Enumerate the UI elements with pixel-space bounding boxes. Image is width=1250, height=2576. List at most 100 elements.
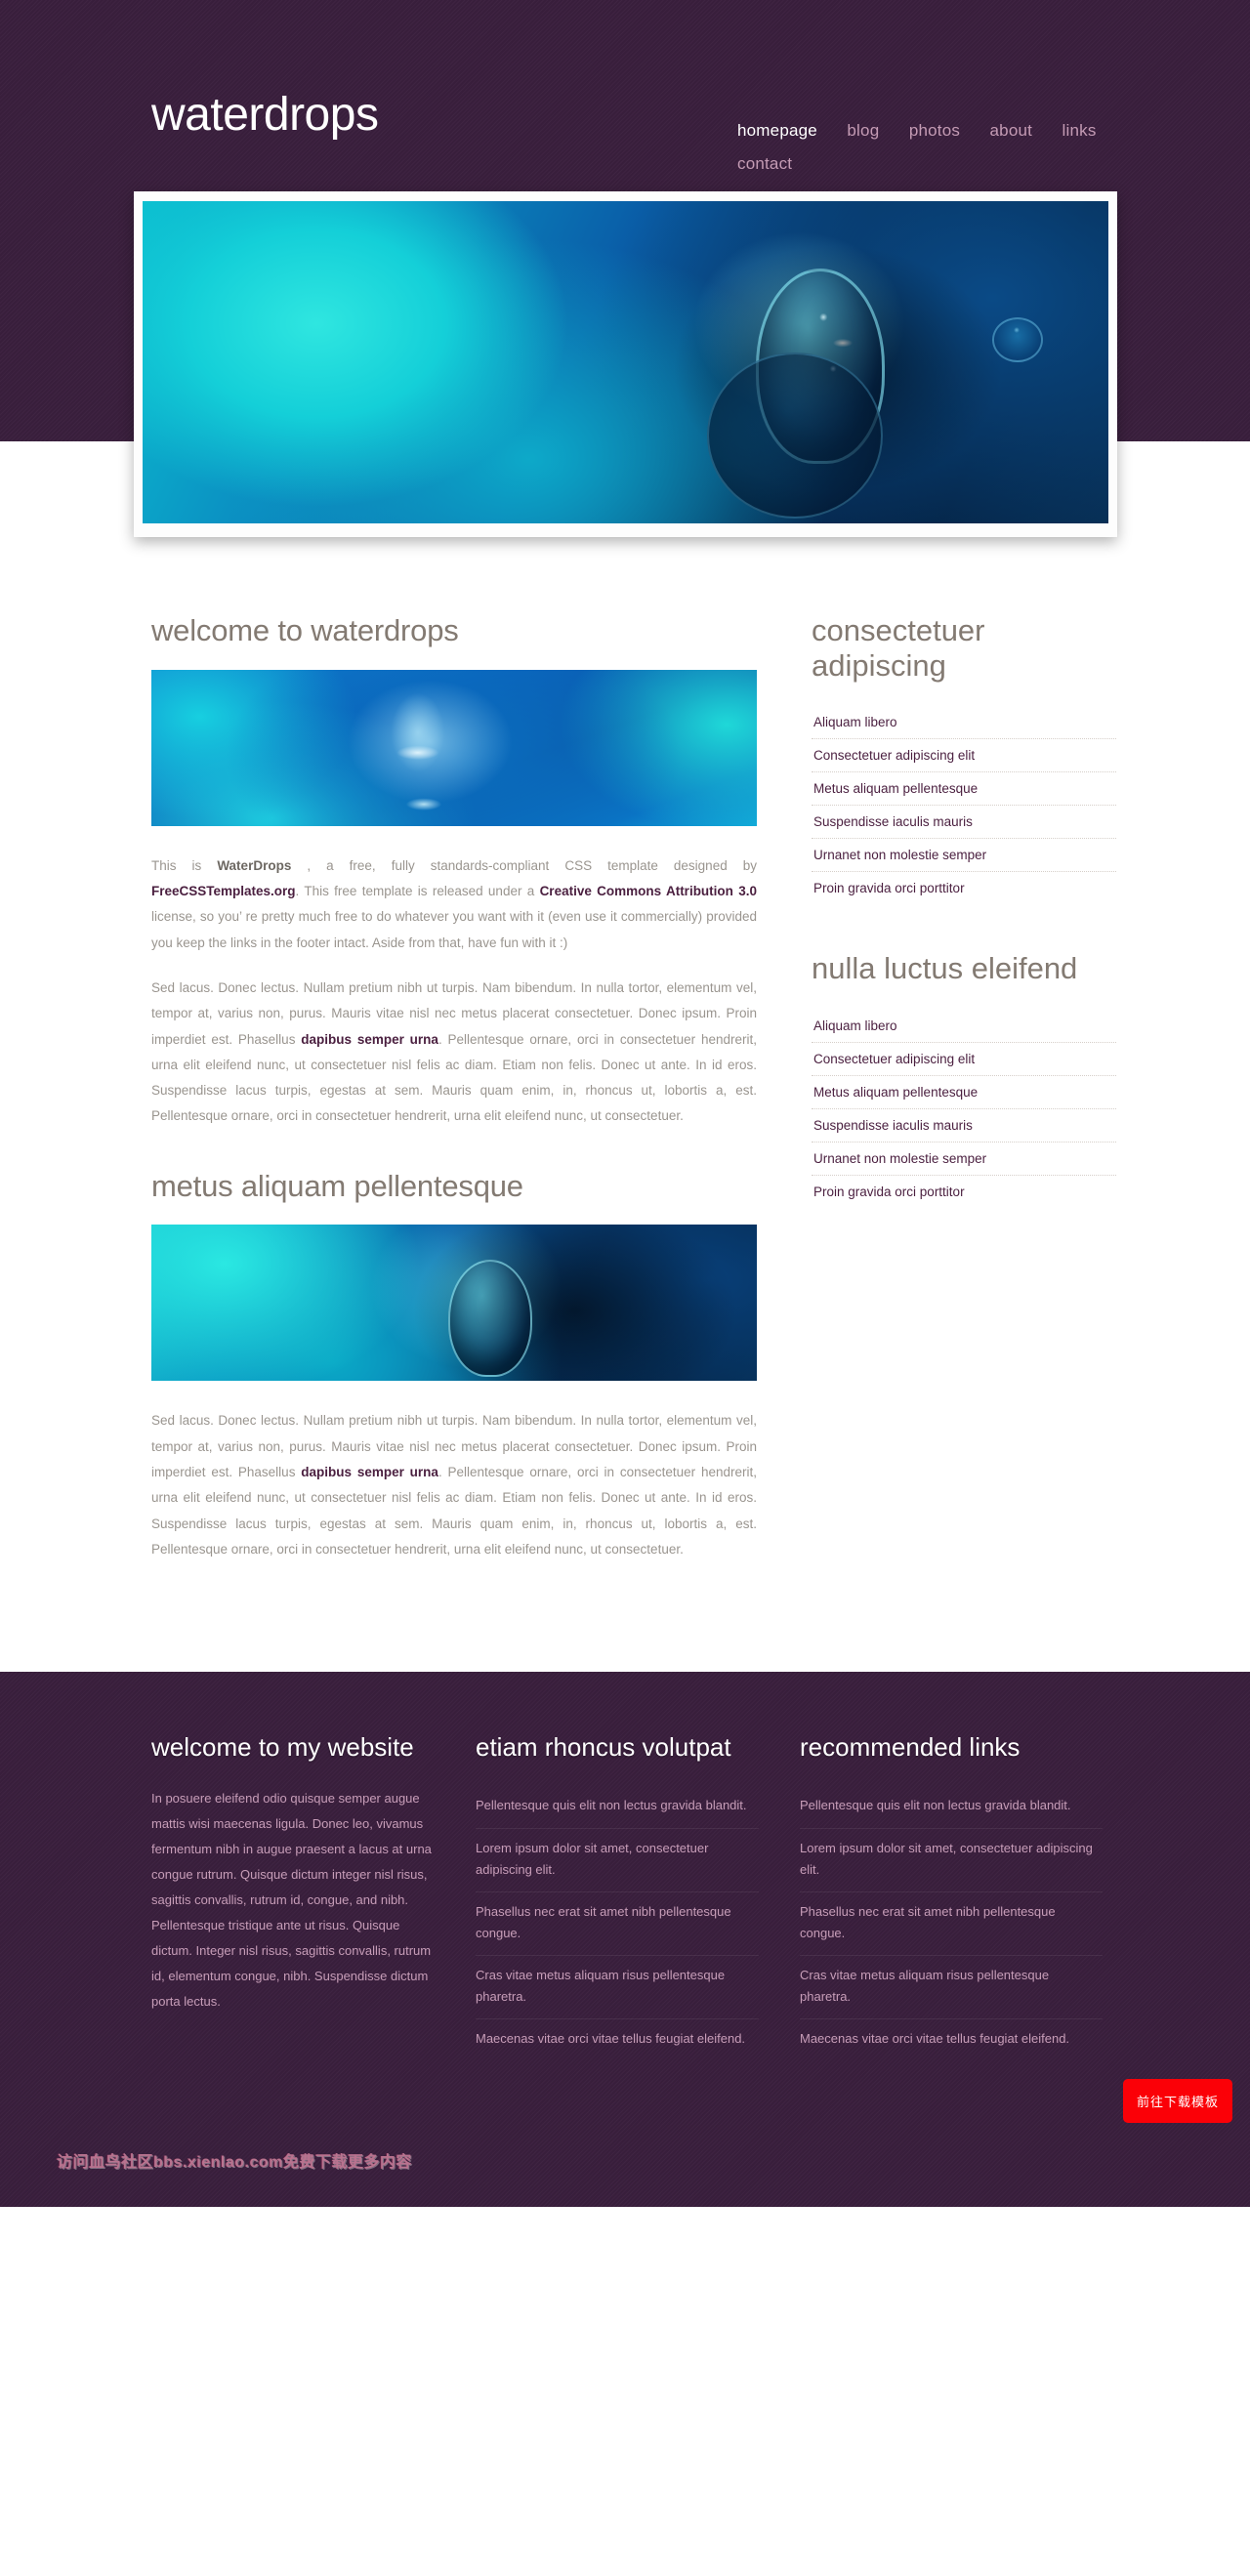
content-area: welcome to waterdrops This is WaterDrops… — [132, 537, 1118, 1583]
footer-column-welcome: welcome to my website In posuere eleifen… — [151, 1732, 435, 2015]
footer-column-etiam: etiam rhoncus volutpat Pellentesque quis… — [476, 1732, 759, 2060]
list-item[interactable]: Consectetuer adipiscing elit — [812, 739, 1116, 773]
nav-item-photos[interactable]: photos — [909, 121, 960, 141]
content-image-bubble — [151, 1225, 757, 1382]
sidebar2-link-3[interactable]: Suspendisse iaculis mauris — [812, 1109, 1116, 1142]
sidebar1-link-1[interactable]: Consectetuer adipiscing elit — [812, 739, 1116, 771]
list-item[interactable]: Pellentesque quis elit non lectus gravid… — [476, 1786, 759, 1829]
sidebar-title-consectetuer: consectetuer adipiscing — [812, 613, 985, 683]
list-item[interactable]: Cras vitae metus aliquam risus pellentes… — [476, 1956, 759, 2020]
watermark-text: 访问血鸟社区bbs.xienlao.com免费下载更多内容 — [57, 2154, 412, 2172]
nav-link-contact[interactable]: contact — [737, 154, 792, 173]
list-item[interactable]: Metus aliquam pellentesque — [812, 772, 1116, 807]
sidebar1-link-3[interactable]: Suspendisse iaculis mauris — [812, 806, 1116, 838]
sidebar-title-nulla: nulla luctus eleifend — [812, 951, 1078, 986]
intro-text-a: This is — [151, 857, 218, 873]
footer3-link-3[interactable]: Cras vitae metus aliquam risus pellentes… — [800, 1965, 1103, 2008]
sidebar2-link-2[interactable]: Metus aliquam pellentesque — [812, 1076, 1116, 1108]
sidebar2-link-4[interactable]: Urnanet non molestie semper — [812, 1143, 1116, 1175]
footer2-link-4[interactable]: Maecenas vitae orci vitae tellus feugiat… — [476, 2028, 759, 2050]
banner-water-texture — [142, 201, 1108, 523]
sidebar2-link-0[interactable]: Aliquam libero — [812, 1010, 1116, 1042]
list-item[interactable]: Suspendisse iaculis mauris — [812, 806, 1116, 840]
sidebar1-link-0[interactable]: Aliquam libero — [812, 706, 1116, 738]
main-navigation: homepage blog photos about links contact — [737, 121, 1128, 187]
list-item[interactable]: Phasellus nec erat sit amet nibh pellent… — [800, 1892, 1103, 1956]
link-freecsstemplates[interactable]: FreeCSSTemplates.org — [151, 884, 296, 898]
list-item[interactable]: Cras vitae metus aliquam risus pellentes… — [800, 1956, 1103, 2020]
list-item[interactable]: Lorem ipsum dolor sit amet, consectetuer… — [800, 1829, 1103, 1892]
list-item[interactable]: Proin gravida orci porttitor — [812, 872, 1116, 904]
footer-column-links: recommended links Pellentesque quis elit… — [800, 1732, 1103, 2060]
sidebar: consectetuer adipiscing Aliquam libero C… — [812, 613, 1116, 1255]
footer3-link-0[interactable]: Pellentesque quis elit non lectus gravid… — [800, 1795, 1103, 1816]
link-dapibus-semper-urna-1[interactable]: dapibus semper urna — [301, 1032, 438, 1047]
banner-frame — [133, 191, 1117, 537]
footer2-link-1[interactable]: Lorem ipsum dolor sit amet, consectetuer… — [476, 1838, 759, 1881]
list-item[interactable]: Urnanet non molestie semper — [812, 839, 1116, 873]
nav-link-about[interactable]: about — [990, 121, 1033, 140]
paragraph-lorem-1: Sed lacus. Donec lectus. Nullam pretium … — [151, 976, 757, 1130]
footer-title-recommended-links: recommended links — [800, 1732, 1021, 1763]
intro-text-c: . This free template is released under a — [295, 883, 540, 898]
sidebar-list-1: Aliquam libero Consectetuer adipiscing e… — [812, 706, 1116, 904]
footer-columns: welcome to my website In posuere eleifen… — [132, 1732, 1118, 2060]
footer-welcome-text: In posuere eleifend odio quisque semper … — [151, 1791, 432, 2010]
intro-text-d: license, so you’ re pretty much free to … — [151, 909, 757, 950]
list-item[interactable]: Maecenas vitae orci vitae tellus feugiat… — [476, 2019, 759, 2060]
footer3-link-4[interactable]: Maecenas vitae orci vitae tellus feugiat… — [800, 2028, 1103, 2050]
link-creative-commons[interactable]: Creative Commons Attribution 3.0 — [540, 884, 757, 898]
list-item[interactable]: Lorem ipsum dolor sit amet, consectetuer… — [476, 1829, 759, 1892]
sidebar1-link-5[interactable]: Proin gravida orci porttitor — [812, 872, 1116, 904]
list-item[interactable]: Proin gravida orci porttitor — [812, 1176, 1116, 1208]
list-item[interactable]: Maecenas vitae orci vitae tellus feugiat… — [800, 2019, 1103, 2060]
footer2-link-0[interactable]: Pellentesque quis elit non lectus gravid… — [476, 1795, 759, 1816]
list-item[interactable]: Consectetuer adipiscing elit — [812, 1043, 1116, 1076]
footer-title-etiam: etiam rhoncus volutpat — [476, 1732, 731, 1763]
intro-text-b: , a free, fully standards-compliant CSS … — [291, 857, 757, 873]
section-title-welcome: welcome to waterdrops — [151, 613, 459, 647]
nav-link-homepage[interactable]: homepage — [737, 121, 817, 140]
footer2-link-2[interactable]: Phasellus nec erat sit amet nibh pellent… — [476, 1901, 759, 1944]
sidebar-list-2: Aliquam libero Consectetuer adipiscing e… — [812, 1010, 1116, 1208]
content-bottom-spacer — [0, 1582, 1250, 1673]
footer-title-welcome: welcome to my website — [151, 1732, 414, 1763]
list-item[interactable]: Urnanet non molestie semper — [812, 1143, 1116, 1176]
footer3-link-2[interactable]: Phasellus nec erat sit amet nibh pellent… — [800, 1901, 1103, 1944]
nav-item-homepage[interactable]: homepage — [737, 121, 817, 141]
section-title-metus: metus aliquam pellentesque — [151, 1168, 523, 1203]
content-image-bubble-shape — [447, 1259, 532, 1377]
paragraph-lorem-2: Sed lacus. Donec lectus. Nullam pretium … — [151, 1408, 757, 1562]
sidebar1-link-2[interactable]: Metus aliquam pellentesque — [812, 772, 1116, 805]
link-dapibus-semper-urna-2[interactable]: dapibus semper urna — [301, 1465, 438, 1479]
sidebar1-link-4[interactable]: Urnanet non molestie semper — [812, 839, 1116, 871]
content-image-droplet-texture — [151, 669, 757, 826]
nav-item-contact[interactable]: contact — [737, 154, 792, 174]
list-item[interactable]: Phasellus nec erat sit amet nibh pellent… — [476, 1892, 759, 1956]
site-logo[interactable]: waterdrops — [151, 92, 379, 139]
paragraph-intro: This is WaterDrops , a free, fully stand… — [151, 853, 757, 956]
banner-ripple-shape — [707, 353, 884, 519]
list-item[interactable]: Aliquam libero — [812, 706, 1116, 740]
list-item[interactable]: Metus aliquam pellentesque — [812, 1076, 1116, 1109]
download-template-button[interactable]: 前往下载模板 — [1122, 2079, 1232, 2124]
footer3-link-1[interactable]: Lorem ipsum dolor sit amet, consectetuer… — [800, 1838, 1103, 1881]
nav-item-blog[interactable]: blog — [847, 121, 879, 141]
list-item[interactable]: Suspendisse iaculis mauris — [812, 1109, 1116, 1143]
content-image-droplet — [151, 669, 757, 826]
list-item[interactable]: Aliquam libero — [812, 1010, 1116, 1043]
nav-link-links[interactable]: links — [1062, 121, 1097, 140]
footer-list-etiam: Pellentesque quis elit non lectus gravid… — [476, 1786, 759, 2060]
nav-item-about[interactable]: about — [990, 121, 1033, 141]
sidebar2-link-5[interactable]: Proin gravida orci porttitor — [812, 1176, 1116, 1208]
sidebar2-link-1[interactable]: Consectetuer adipiscing elit — [812, 1043, 1116, 1075]
banner-water-image — [142, 201, 1108, 523]
nav-link-photos[interactable]: photos — [909, 121, 960, 140]
nav-item-links[interactable]: links — [1062, 121, 1097, 141]
banner-small-ripple-shape — [991, 316, 1043, 362]
page-root: waterdrops homepage blog photos about li… — [0, 0, 1250, 2208]
footer2-link-3[interactable]: Cras vitae metus aliquam risus pellentes… — [476, 1965, 759, 2008]
nav-link-blog[interactable]: blog — [847, 121, 879, 140]
list-item[interactable]: Pellentesque quis elit non lectus gravid… — [800, 1786, 1103, 1829]
site-footer: welcome to my website In posuere eleifen… — [0, 1672, 1250, 2208]
